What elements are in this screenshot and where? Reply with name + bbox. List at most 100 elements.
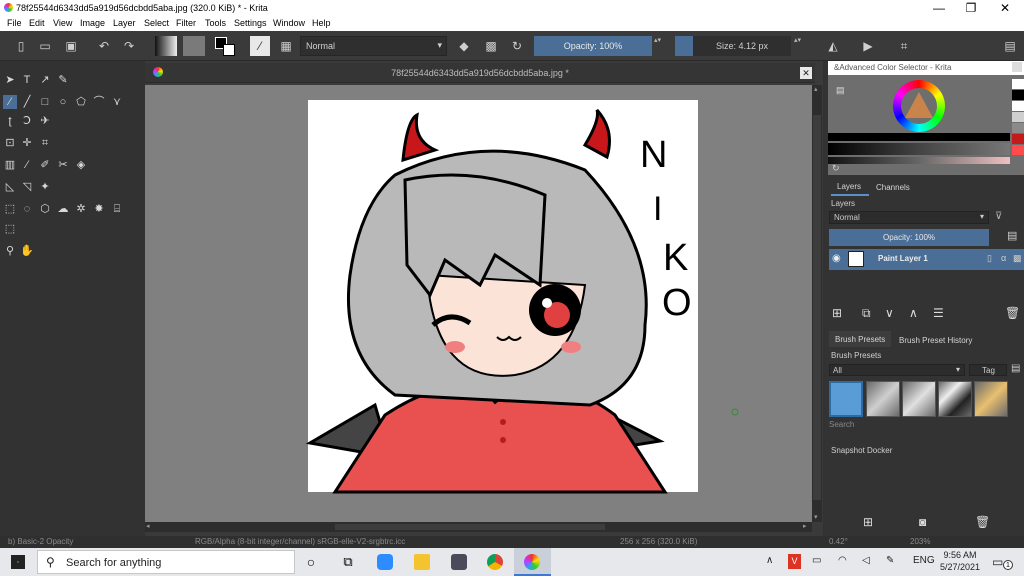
menu-file[interactable]: File (7, 18, 22, 28)
add-snapshot-icon[interactable]: ⊞ (863, 515, 873, 529)
inherit-alpha-icon[interactable]: ▩ (1013, 253, 1022, 264)
palette-red[interactable] (1012, 134, 1024, 144)
tray-chevron-icon[interactable]: ∧ (766, 555, 773, 566)
freehand-select-tool-icon[interactable]: ☁ (56, 202, 70, 216)
polyline-tool-icon[interactable]: ⌒ (92, 95, 106, 109)
menu-layer[interactable]: Layer (113, 18, 136, 28)
transform-tool-icon[interactable]: ⊡ (3, 136, 17, 150)
snapshot-camera-icon[interactable]: ◙ (919, 515, 926, 529)
wifi-icon[interactable]: ◠ (838, 555, 847, 566)
brush-preset-pencil[interactable] (938, 381, 972, 417)
crop-tool-icon[interactable]: ⌗ (38, 136, 52, 150)
value-strip[interactable] (828, 143, 1010, 155)
duplicate-layer-icon[interactable]: ⧉ (862, 306, 871, 321)
background-color-swatch[interactable] (223, 44, 235, 56)
line-tool-icon[interactable]: ╱ (20, 95, 34, 109)
menu-window[interactable]: Window (273, 18, 305, 28)
clock-time[interactable]: 9:56 AM (937, 550, 983, 560)
black-strip[interactable] (828, 133, 1010, 141)
eraser-icon[interactable]: ◆ (457, 39, 471, 53)
fill-tool-icon[interactable]: ◈ (74, 158, 88, 172)
brush-search-field[interactable]: Search (829, 420, 854, 429)
vertical-scroll-thumb[interactable] (813, 115, 821, 500)
tab-channels[interactable]: Channels (876, 183, 910, 192)
layer-properties-icon-2[interactable]: ☰ (933, 306, 944, 320)
task-view-icon[interactable]: ⧉ (340, 554, 356, 570)
close-window-button[interactable]: ✕ (988, 0, 1022, 17)
text-tool-icon[interactable]: T (20, 73, 34, 87)
filter-icon[interactable]: ⊽ (995, 211, 1002, 222)
delete-layer-icon[interactable]: 🗑 (1005, 306, 1020, 320)
rect-select-tool-icon[interactable]: ⬚ (3, 202, 17, 216)
vertical-scrollbar[interactable]: ▴ ▾ (812, 85, 822, 522)
color-triangle[interactable] (903, 90, 935, 120)
taskbar-search[interactable]: ⚲ Search for anything (37, 550, 295, 574)
cortana-icon[interactable]: ○ (303, 554, 319, 570)
bezier-tool-icon[interactable]: ⋎ (110, 95, 124, 109)
palette-grey[interactable] (1012, 112, 1024, 122)
float-docker-icon[interactable] (1012, 62, 1022, 72)
freehand-path-tool-icon[interactable]: ʈ (3, 114, 17, 128)
scroll-up-icon[interactable]: ▴ (814, 85, 818, 93)
brush-settings-icon[interactable]: ▦ (279, 39, 293, 53)
assistant-tool-icon[interactable]: ◺ (3, 180, 17, 194)
tab-brush-preset-history[interactable]: Brush Preset History (899, 336, 972, 345)
document-tab[interactable]: 78f25544d6343dd5a919d56dcbdd5aba.jpg * ✕ (145, 63, 815, 83)
brush-preset-marker[interactable] (974, 381, 1008, 417)
colorize-mask-tool-icon[interactable]: ✐ (38, 158, 52, 172)
palette-light-red[interactable] (1012, 145, 1024, 155)
move-layer-down-icon[interactable]: ∨ (885, 306, 894, 320)
gradient-tool-icon[interactable]: ▥ (3, 158, 17, 172)
language-indicator[interactable]: ENG (913, 555, 935, 566)
brush-preset-soft[interactable] (902, 381, 936, 417)
horizontal-scrollbar[interactable]: ◂ ▸ (145, 522, 812, 532)
status-zoom[interactable]: 203% (910, 537, 930, 546)
similar-select-tool-icon[interactable]: ✸ (92, 202, 106, 216)
polygon-tool-icon[interactable]: ⬠ (74, 95, 88, 109)
zoom-app-icon[interactable] (377, 554, 393, 570)
menu-tools[interactable]: Tools (205, 18, 226, 28)
move-layer-up-icon[interactable]: ∧ (909, 306, 918, 320)
add-layer-icon[interactable]: ⊞ (832, 306, 842, 320)
layer-properties-icon[interactable]: ▤ (1007, 229, 1017, 242)
freehand-brush-tool-icon[interactable]: ⁄ (3, 95, 17, 109)
history-strip[interactable] (828, 157, 1010, 164)
refresh-icon[interactable]: ↻ (832, 163, 840, 174)
horizontal-scroll-thumb[interactable] (335, 524, 605, 530)
dynamic-brush-tool-icon[interactable]: Ↄ (20, 114, 34, 128)
chrome-icon[interactable] (487, 554, 503, 570)
brush-preset-icon[interactable]: ⁄ (250, 36, 270, 56)
tab-brush-presets[interactable]: Brush Presets (835, 335, 885, 344)
scroll-right-icon[interactable]: ▸ (803, 522, 807, 530)
alpha-icon[interactable]: α (1001, 253, 1006, 263)
palette-white[interactable] (1012, 79, 1024, 89)
canvas-viewport[interactable]: N I K O (145, 85, 812, 522)
tag-button[interactable]: Tag (969, 364, 1007, 376)
menu-settings[interactable]: Settings (234, 18, 267, 28)
color-selector-panel[interactable]: ▤ ↻ (828, 75, 1024, 175)
file-explorer-icon[interactable] (414, 554, 430, 570)
alpha-lock-icon[interactable]: ▩ (484, 39, 498, 53)
gradient-swatch[interactable] (155, 36, 177, 56)
smart-patch-tool-icon[interactable]: ✂ (56, 158, 70, 172)
magnetic-select-tool-icon[interactable]: ⬚ (3, 222, 17, 236)
calligraphy-tool-icon[interactable]: ✎ (56, 73, 70, 87)
edit-shapes-tool-icon[interactable]: ↗ (38, 73, 52, 87)
palette-dark-grey[interactable] (1012, 123, 1024, 133)
camera-app-icon[interactable] (451, 554, 467, 570)
contiguous-select-tool-icon[interactable]: ✲ (74, 202, 88, 216)
restore-button[interactable]: ❐ (954, 0, 988, 17)
select-shapes-tool-icon[interactable]: ➤ (3, 73, 17, 87)
opacity-spin-icon[interactable]: ▴▾ (653, 36, 662, 56)
brush-preset-ink[interactable] (829, 381, 863, 417)
save-icon[interactable]: ▣ (64, 39, 78, 53)
lock-icon[interactable]: ▯ (987, 253, 992, 264)
clock-date[interactable]: 5/27/2021 (937, 562, 983, 572)
mirror-vertical-icon[interactable]: ▶ (861, 39, 875, 53)
scroll-down-icon[interactable]: ▾ (814, 513, 818, 521)
menu-help[interactable]: Help (312, 18, 331, 28)
volume-icon[interactable]: ◁ (862, 555, 870, 566)
delete-snapshot-icon[interactable]: 🗑 (975, 515, 990, 529)
start-windows-icon[interactable] (11, 555, 25, 569)
menu-select[interactable]: Select (144, 18, 169, 28)
